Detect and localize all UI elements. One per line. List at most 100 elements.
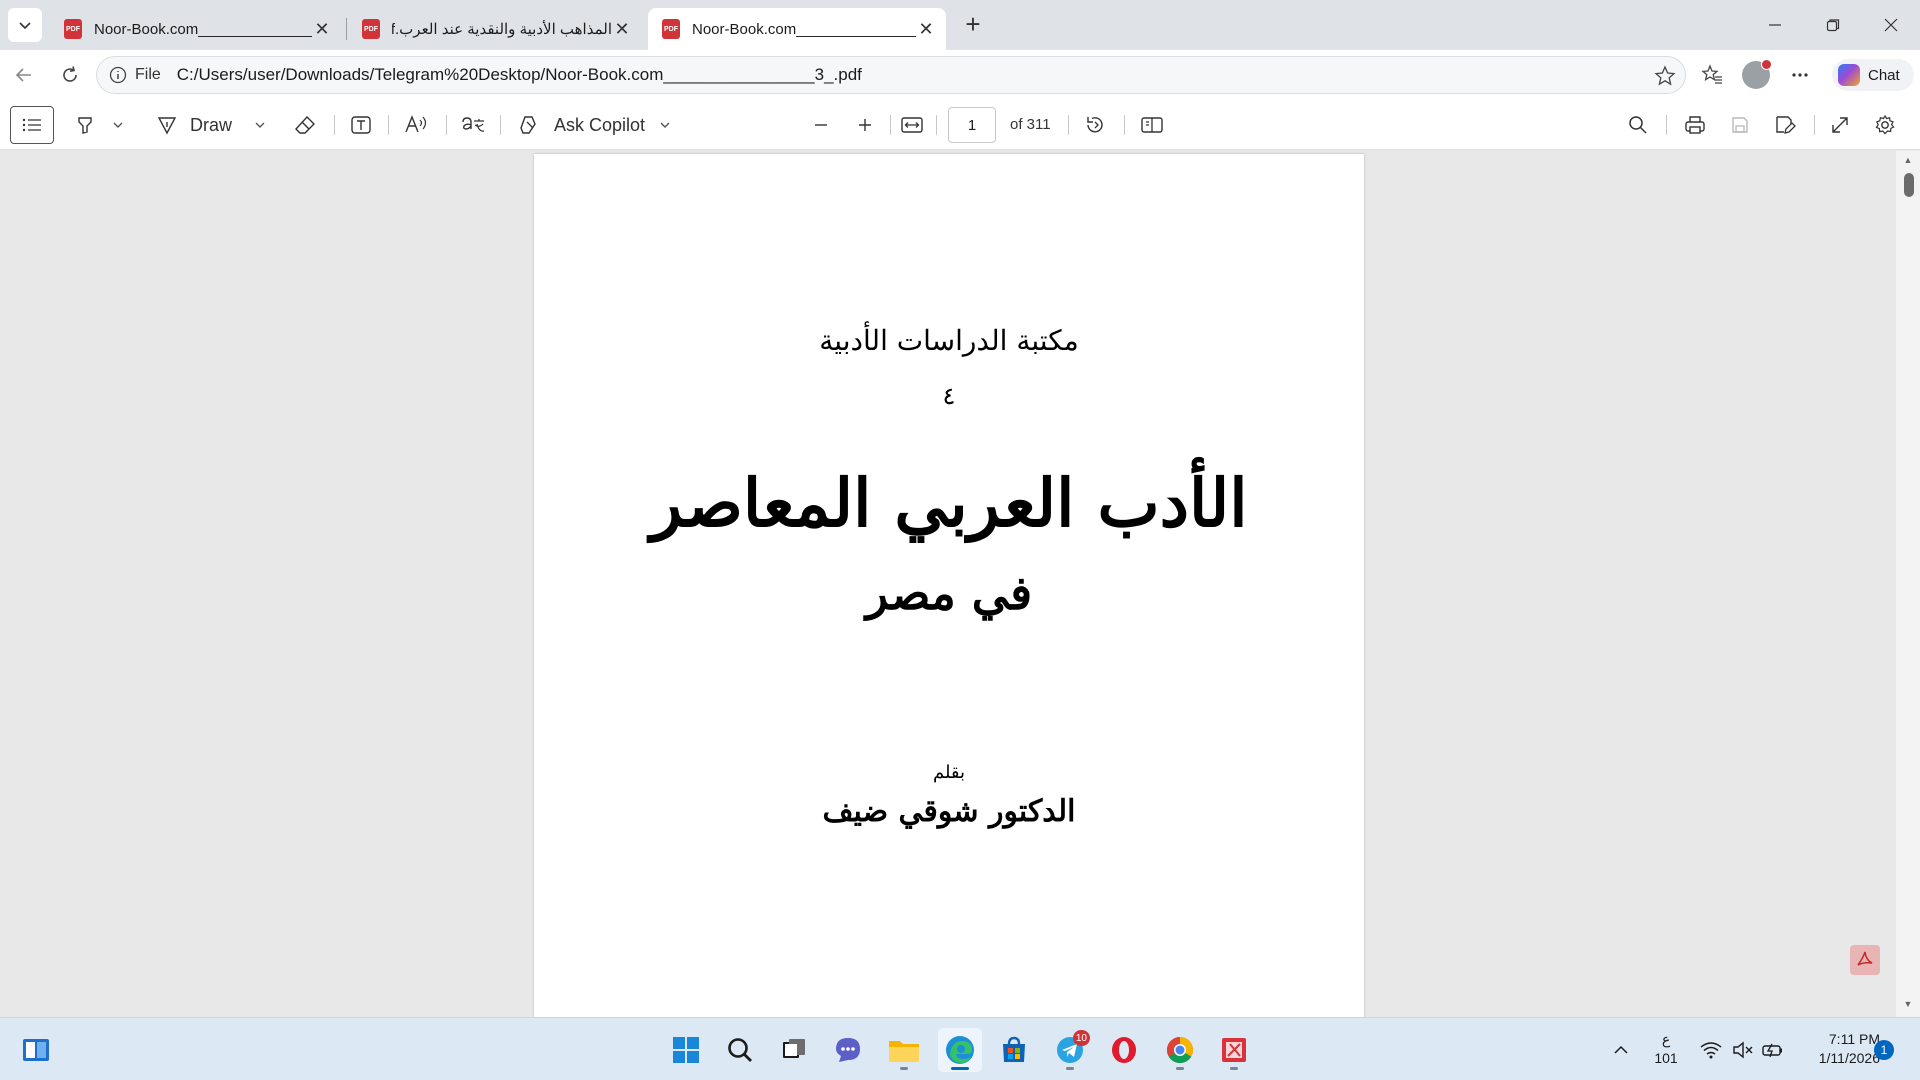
windows-logo-icon bbox=[673, 1037, 699, 1063]
fit-width-icon bbox=[901, 117, 923, 133]
adobe-acrobat-button[interactable] bbox=[1850, 945, 1880, 975]
toolbar-separator bbox=[500, 115, 501, 135]
settings-and-more-button[interactable] bbox=[1786, 61, 1814, 89]
show-hidden-icons-button[interactable] bbox=[1612, 1018, 1630, 1080]
close-icon[interactable]: ✕ bbox=[612, 19, 632, 39]
file-explorer-app[interactable] bbox=[882, 1028, 926, 1072]
list-icon bbox=[22, 118, 41, 132]
erase-button[interactable] bbox=[294, 110, 316, 140]
snipping-tool-app[interactable] bbox=[1212, 1028, 1256, 1072]
toolbar-separator bbox=[1124, 115, 1125, 135]
notification-center-badge[interactable]: 1 bbox=[1874, 1040, 1894, 1060]
pdf-viewer: مكتبة الدراسات الأدبية ٤ الأدب العربي ال… bbox=[0, 151, 1904, 1017]
text-box-icon bbox=[351, 116, 371, 134]
full-screen-button[interactable] bbox=[1830, 110, 1850, 140]
pdf-icon: PDF bbox=[64, 19, 82, 39]
profile-button[interactable] bbox=[1742, 59, 1772, 89]
vertical-scrollbar[interactable]: ▲ ▼ bbox=[1896, 151, 1920, 1017]
fit-to-width-button[interactable] bbox=[900, 110, 924, 140]
edge-app[interactable] bbox=[938, 1028, 982, 1072]
save-as-button[interactable] bbox=[1774, 110, 1796, 140]
telegram-app[interactable]: 10 bbox=[1048, 1028, 1092, 1072]
refresh-button[interactable] bbox=[54, 59, 86, 91]
close-icon bbox=[1884, 18, 1898, 32]
favorites-button[interactable] bbox=[1698, 61, 1726, 89]
page-total: of 311 bbox=[1010, 116, 1051, 133]
draw-options-button[interactable] bbox=[254, 110, 266, 140]
close-icon[interactable]: ✕ bbox=[916, 19, 936, 39]
tab-arabic-pdf[interactable]: PDF المذاهب الأدبية والنقدية عند العرب.p… bbox=[348, 8, 642, 50]
rotate-button[interactable] bbox=[1084, 110, 1106, 140]
task-view-button[interactable] bbox=[772, 1028, 816, 1072]
running-indicator bbox=[951, 1067, 969, 1070]
restore-icon bbox=[1826, 19, 1840, 32]
start-button[interactable] bbox=[664, 1028, 708, 1072]
url-text[interactable]: C:/Users/user/Downloads/Telegram%20Deskt… bbox=[177, 65, 862, 85]
chevron-down-icon bbox=[255, 122, 265, 128]
page-view-icon bbox=[1141, 117, 1163, 133]
widgets-button[interactable] bbox=[14, 1028, 58, 1072]
draw-label: Draw bbox=[190, 114, 233, 135]
new-tab-button[interactable]: + bbox=[958, 10, 988, 40]
zoom-out-button[interactable] bbox=[812, 110, 830, 140]
acrobat-icon bbox=[1857, 951, 1873, 966]
pdf-settings-button[interactable] bbox=[1874, 110, 1896, 140]
ask-copilot-label: Ask Copilot bbox=[554, 114, 646, 135]
input-language-indicator[interactable]: ع 101 bbox=[1650, 1030, 1682, 1068]
running-indicator bbox=[1066, 1067, 1074, 1070]
snipping-tool-icon bbox=[1222, 1038, 1246, 1062]
search-button[interactable] bbox=[718, 1028, 762, 1072]
page-view-button[interactable] bbox=[1140, 110, 1164, 140]
by-label: بقلم bbox=[932, 762, 966, 783]
tab-noor-book-active[interactable]: PDF Noor-Book.com_______________ ✕ bbox=[648, 8, 946, 50]
find-button[interactable] bbox=[1628, 110, 1648, 140]
draw-button[interactable]: Draw bbox=[156, 110, 232, 140]
battery-charging-icon bbox=[1762, 1043, 1782, 1057]
omnibox[interactable]: File C:/Users/user/Downloads/Telegram%20… bbox=[96, 56, 1686, 94]
pen-icon bbox=[157, 117, 177, 135]
save-button[interactable] bbox=[1730, 110, 1750, 140]
close-icon[interactable]: ✕ bbox=[312, 19, 332, 39]
scroll-up-arrow[interactable]: ▲ bbox=[1902, 155, 1914, 167]
network-status[interactable] bbox=[1700, 1018, 1722, 1080]
chrome-icon bbox=[1166, 1036, 1194, 1064]
back-button[interactable] bbox=[8, 59, 40, 91]
arrow-left-icon bbox=[15, 68, 31, 82]
save-as-icon bbox=[1776, 116, 1796, 134]
copilot-chat-button[interactable]: Chat bbox=[1832, 59, 1914, 91]
opera-app[interactable] bbox=[1102, 1028, 1146, 1072]
info-icon bbox=[109, 66, 127, 84]
teams-chat-app[interactable] bbox=[826, 1028, 870, 1072]
scroll-down-arrow[interactable]: ▼ bbox=[1902, 999, 1914, 1011]
gear-icon bbox=[1875, 114, 1895, 135]
battery-status[interactable] bbox=[1762, 1018, 1784, 1080]
ask-copilot-button[interactable]: Ask Copilot bbox=[518, 110, 671, 140]
minimize-button[interactable] bbox=[1752, 8, 1798, 42]
close-window-button[interactable] bbox=[1868, 8, 1914, 42]
restore-button[interactable] bbox=[1810, 8, 1856, 42]
chevron-down-icon bbox=[660, 122, 670, 128]
highlight-options-button[interactable] bbox=[112, 110, 124, 140]
search-icon bbox=[1629, 116, 1647, 134]
tab-actions-menu-button[interactable] bbox=[8, 8, 42, 42]
microsoft-store-app[interactable] bbox=[992, 1028, 1036, 1072]
tab-noor-book-1[interactable]: PDF Noor-Book.com_______________ ✕ bbox=[50, 8, 342, 50]
tab-title: Noor-Book.com_______________ bbox=[94, 20, 312, 38]
chrome-app[interactable] bbox=[1158, 1028, 1202, 1072]
zoom-in-button[interactable] bbox=[856, 110, 874, 140]
translate-button[interactable] bbox=[460, 110, 486, 140]
minus-icon bbox=[815, 124, 827, 126]
read-aloud-button[interactable] bbox=[404, 110, 428, 140]
print-button[interactable] bbox=[1684, 110, 1706, 140]
favorite-star-button[interactable] bbox=[1653, 64, 1677, 88]
scrollbar-thumb[interactable] bbox=[1904, 173, 1914, 197]
pdf-toolbar: Draw Ask Copilot 1 of 311 bbox=[0, 100, 1920, 150]
page-number-input[interactable]: 1 bbox=[948, 107, 996, 143]
pdf-page: مكتبة الدراسات الأدبية ٤ الأدب العربي ال… bbox=[534, 154, 1364, 1017]
scheme-label: File bbox=[135, 66, 161, 83]
highlight-button[interactable] bbox=[74, 110, 96, 140]
add-text-button[interactable] bbox=[350, 110, 372, 140]
table-of-contents-button[interactable] bbox=[10, 106, 54, 144]
volume-status[interactable] bbox=[1732, 1018, 1754, 1080]
system-clock[interactable]: 7:11 PM 1/11/2026 bbox=[1790, 1030, 1880, 1068]
